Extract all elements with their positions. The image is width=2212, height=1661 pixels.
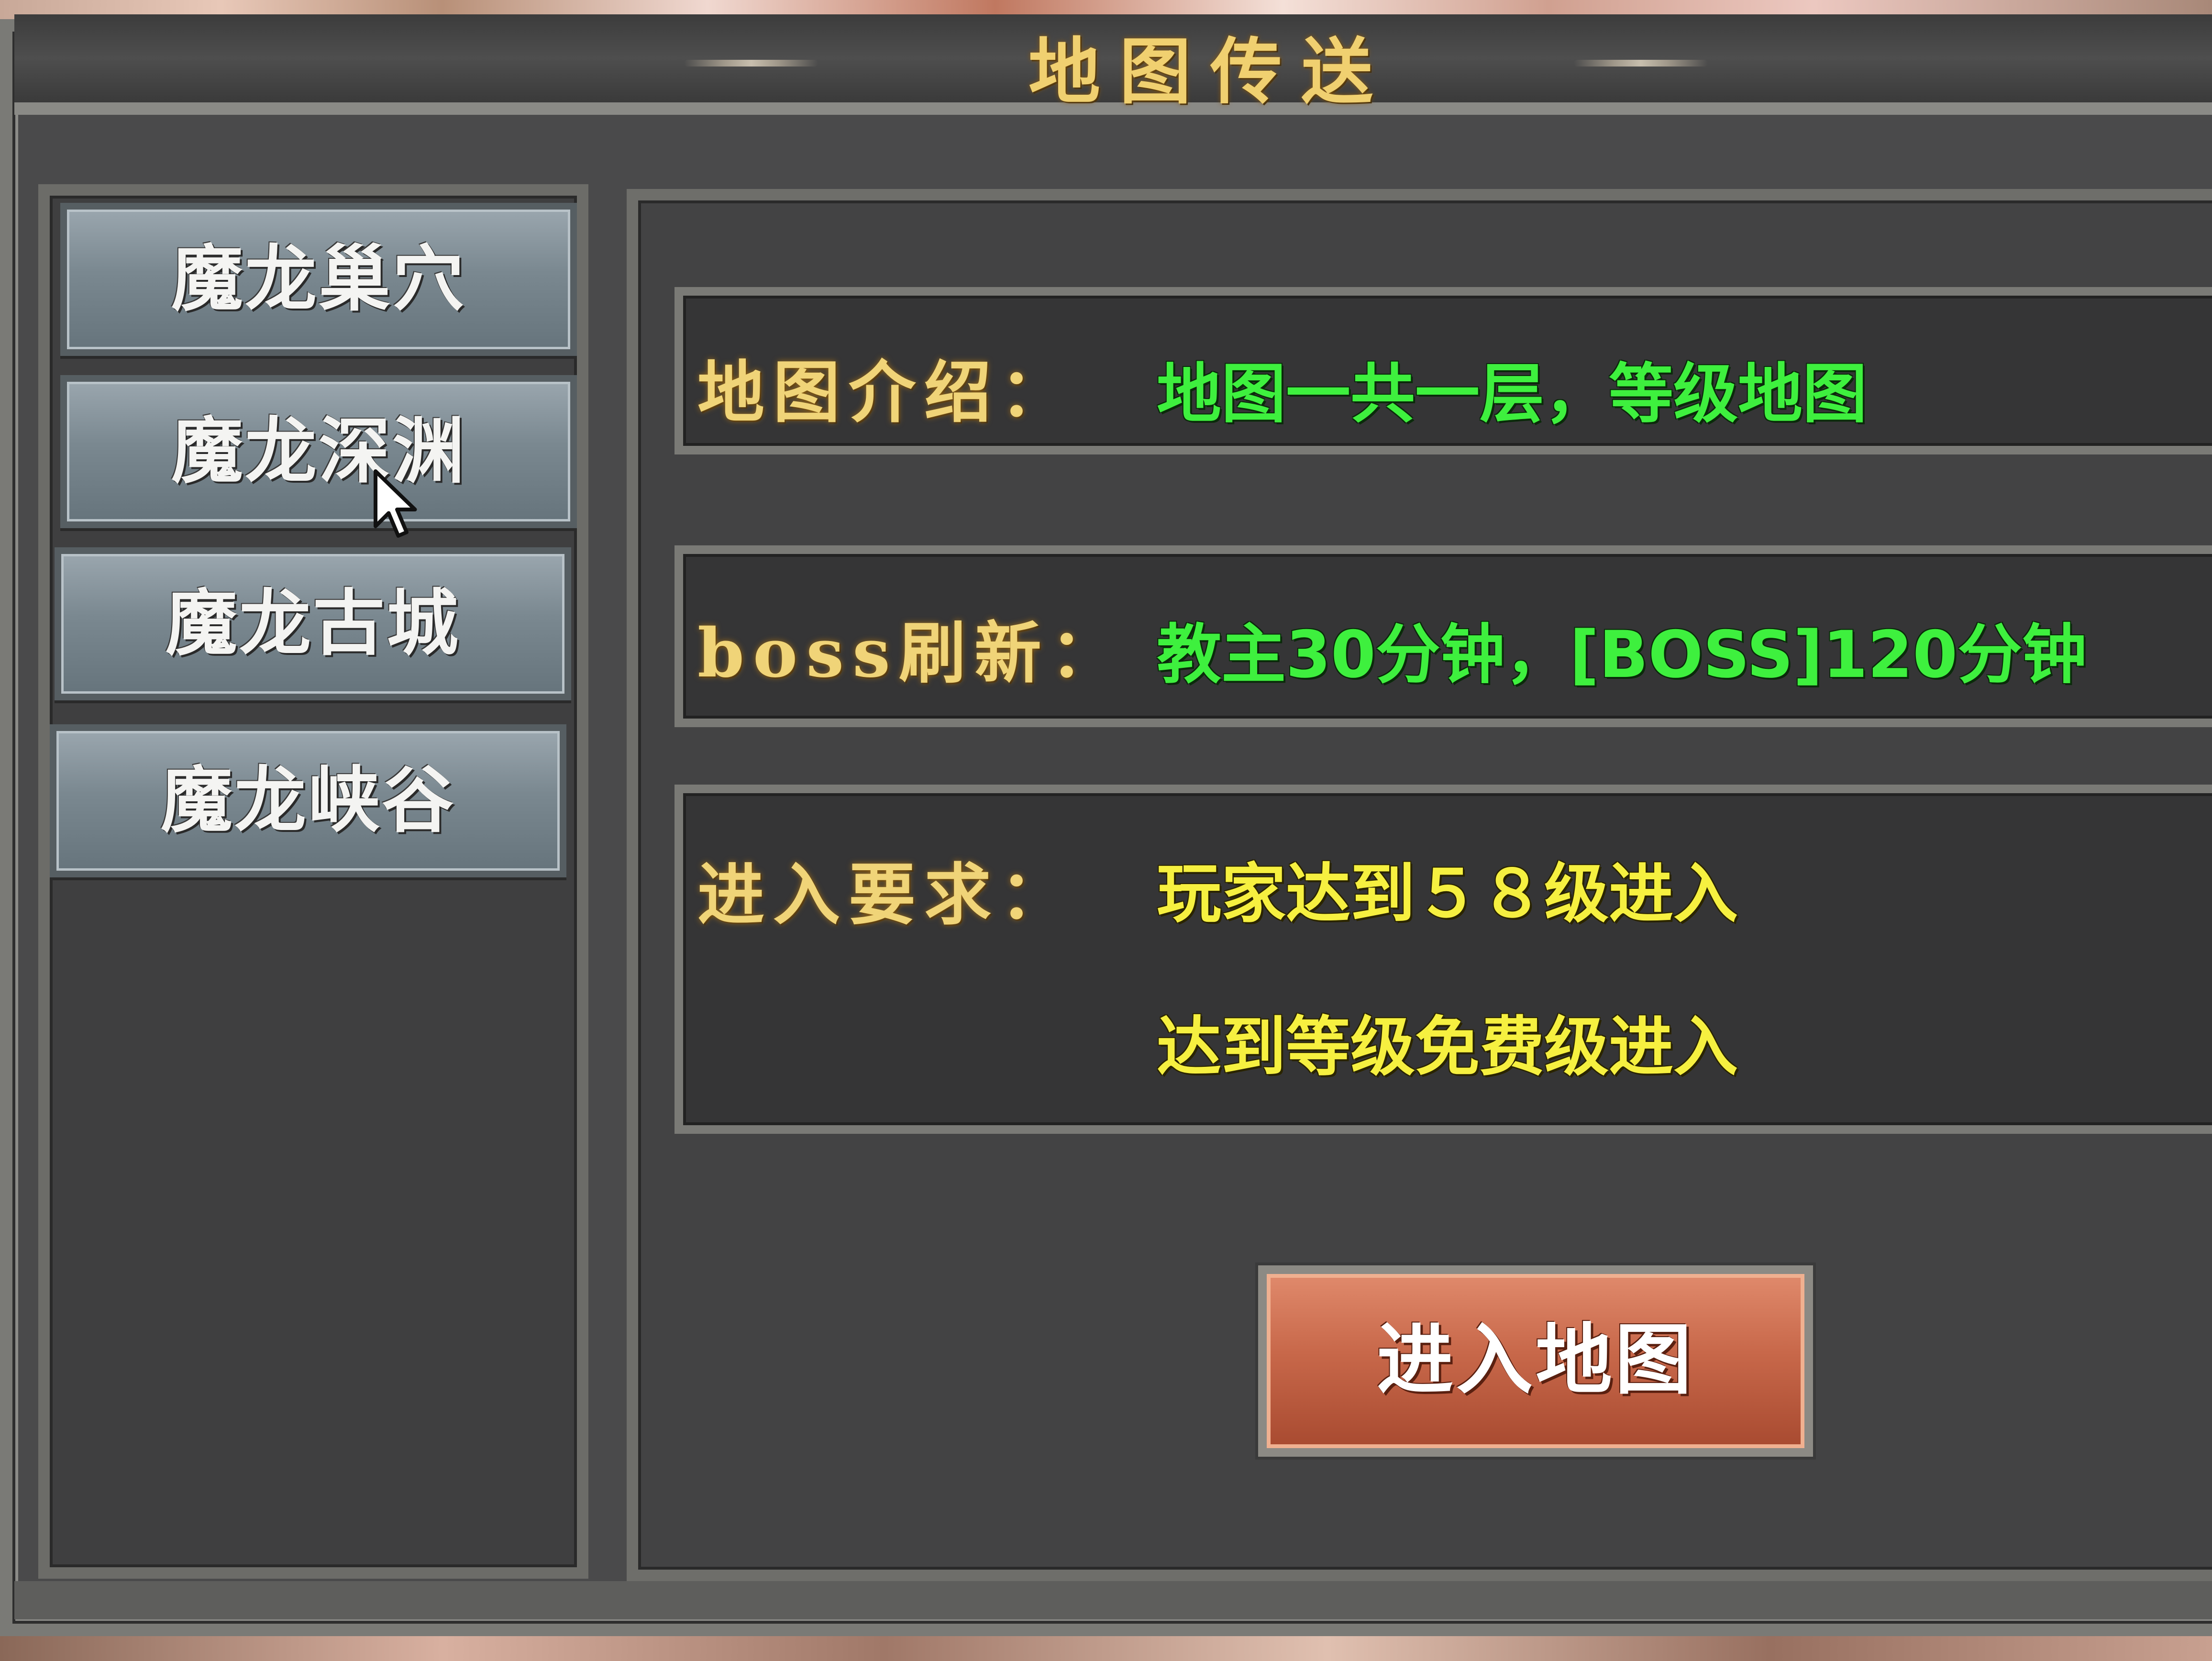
requirement-label: 进入要求： xyxy=(697,856,1076,934)
map-item-dragon-nest[interactable]: 魔龙巢穴 xyxy=(60,203,577,356)
window-bottom-border xyxy=(14,1581,2212,1619)
title-ornament-left xyxy=(684,60,818,66)
map-item-dragon-canyon[interactable]: 魔龙峡谷 xyxy=(50,724,566,877)
requirement-row: 进入要求： 玩家达到５８级进入 达到等级免费级进入 xyxy=(675,785,2212,1134)
requirement-line-2: 达到等级免费级进入 xyxy=(1157,1009,1738,1085)
requirement-line-1: 玩家达到５８级进入 xyxy=(1157,856,1738,931)
intro-label: 地图介绍： xyxy=(697,354,1076,432)
intro-row: 地图介绍： 地图一共一层，等级地图 xyxy=(675,287,2212,454)
map-item-dragon-ancient-city[interactable]: 魔龙古城 xyxy=(55,547,571,700)
intro-value: 地图一共一层，等级地图 xyxy=(1157,356,1867,432)
title-ornament-right xyxy=(1574,60,1708,66)
boss-refresh-value: 教主30分钟，[BOSS]120分钟 xyxy=(1157,617,2087,692)
window-title: 地图传送 xyxy=(1028,30,1392,114)
enter-map-button[interactable]: 进入地图 xyxy=(1258,1265,1813,1457)
title-bar: 地图传送 xyxy=(14,14,2212,115)
map-list-panel: 魔龙巢穴 魔龙深渊 魔龙古城 魔龙峡谷 xyxy=(38,184,588,1579)
mouse-pointer-icon xyxy=(374,469,417,538)
boss-refresh-row: boss刷新： 教主30分钟，[BOSS]120分钟 xyxy=(675,545,2212,727)
map-item-dragon-abyss[interactable]: 魔龙深渊 xyxy=(60,375,577,528)
boss-refresh-label: boss刷新： xyxy=(697,614,1126,693)
